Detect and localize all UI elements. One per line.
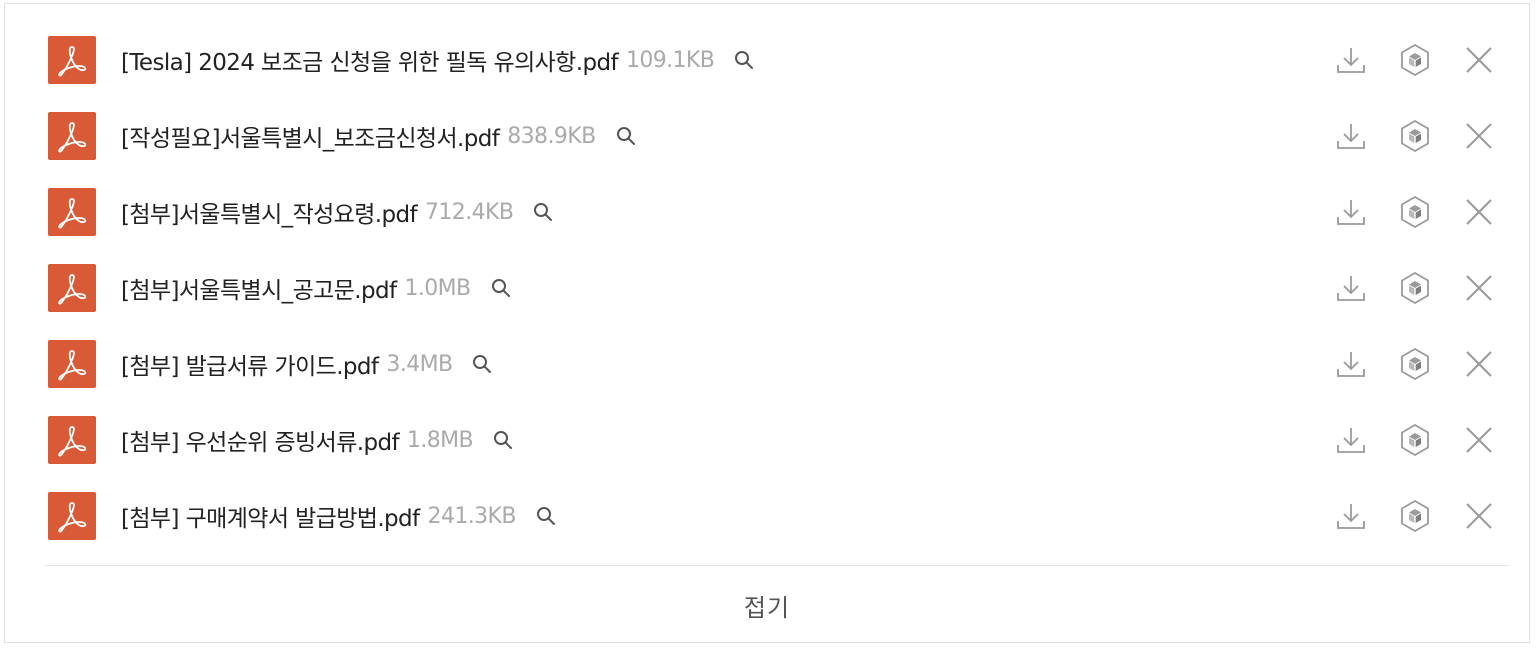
download-icon[interactable] (1331, 116, 1371, 156)
close-icon[interactable] (1459, 420, 1499, 460)
file-name[interactable]: [작성필요]서울특별시_보조금신청서.pdf (121, 119, 500, 153)
download-icon[interactable] (1331, 420, 1371, 460)
file-size: 3.4MB (386, 351, 453, 377)
download-icon[interactable] (1331, 268, 1371, 308)
file-name[interactable]: [첨부] 구매계약서 발급방법.pdf (121, 499, 420, 533)
cube-icon[interactable] (1395, 344, 1435, 384)
close-icon[interactable] (1459, 268, 1499, 308)
list-item: [첨부] 발급서류 가이드.pdf 3.4MB (5, 328, 1529, 404)
file-name[interactable]: [첨부]서울특별시_공고문.pdf (121, 271, 397, 305)
list-item: [첨부]서울특별시_공고문.pdf 1.0MB (5, 252, 1529, 328)
close-icon[interactable] (1459, 344, 1499, 384)
search-icon[interactable] (531, 200, 555, 224)
close-icon[interactable] (1459, 192, 1499, 232)
close-icon[interactable] (1459, 496, 1499, 536)
cube-icon[interactable] (1395, 496, 1435, 536)
file-name[interactable]: [첨부] 발급서류 가이드.pdf (121, 347, 379, 381)
search-icon[interactable] (470, 352, 494, 376)
pdf-icon (48, 264, 96, 312)
file-size: 712.4KB (425, 199, 514, 225)
pdf-icon (48, 492, 96, 540)
cube-icon[interactable] (1395, 192, 1435, 232)
download-icon[interactable] (1331, 192, 1371, 232)
file-name[interactable]: [첨부] 우선순위 증빙서류.pdf (121, 423, 400, 457)
cube-icon[interactable] (1395, 40, 1435, 80)
list-item: [Tesla] 2024 보조금 신청을 위한 필독 유의사항.pdf 109.… (5, 24, 1529, 100)
pdf-icon (48, 340, 96, 388)
attachment-list: [Tesla] 2024 보조금 신청을 위한 필독 유의사항.pdf 109.… (5, 24, 1529, 556)
pdf-icon (48, 416, 96, 464)
cube-icon[interactable] (1395, 268, 1435, 308)
download-icon[interactable] (1331, 40, 1371, 80)
pdf-icon (48, 188, 96, 236)
cube-icon[interactable] (1395, 420, 1435, 460)
search-icon[interactable] (534, 504, 558, 528)
file-name[interactable]: [첨부]서울특별시_작성요령.pdf (121, 195, 418, 229)
pdf-icon (48, 36, 96, 84)
file-size: 109.1KB (625, 47, 715, 73)
search-icon[interactable] (491, 428, 515, 452)
list-item: [작성필요]서울특별시_보조금신청서.pdf 838.9KB (5, 100, 1529, 176)
file-size: 838.9KB (507, 123, 596, 149)
list-item: [첨부] 우선순위 증빙서류.pdf 1.8MB (5, 404, 1529, 480)
cube-icon[interactable] (1395, 116, 1435, 156)
download-icon[interactable] (1331, 344, 1371, 384)
search-icon[interactable] (614, 124, 638, 148)
search-icon[interactable] (732, 48, 756, 72)
close-icon[interactable] (1459, 116, 1499, 156)
close-icon[interactable] (1459, 40, 1499, 80)
list-item: [첨부] 구매계약서 발급방법.pdf 241.3KB (5, 480, 1529, 556)
attachment-panel: [Tesla] 2024 보조금 신청을 위한 필독 유의사항.pdf 109.… (4, 3, 1530, 643)
file-size: 241.3KB (427, 503, 517, 529)
file-size: 1.0MB (404, 275, 471, 301)
search-icon[interactable] (489, 276, 513, 300)
file-size: 1.8MB (406, 427, 474, 453)
pdf-icon (48, 112, 96, 160)
collapse-button[interactable]: 접기 (5, 566, 1529, 644)
file-name[interactable]: [Tesla] 2024 보조금 신청을 위한 필독 유의사항.pdf (121, 43, 619, 77)
download-icon[interactable] (1331, 496, 1371, 536)
list-item: [첨부]서울특별시_작성요령.pdf 712.4KB (5, 176, 1529, 252)
